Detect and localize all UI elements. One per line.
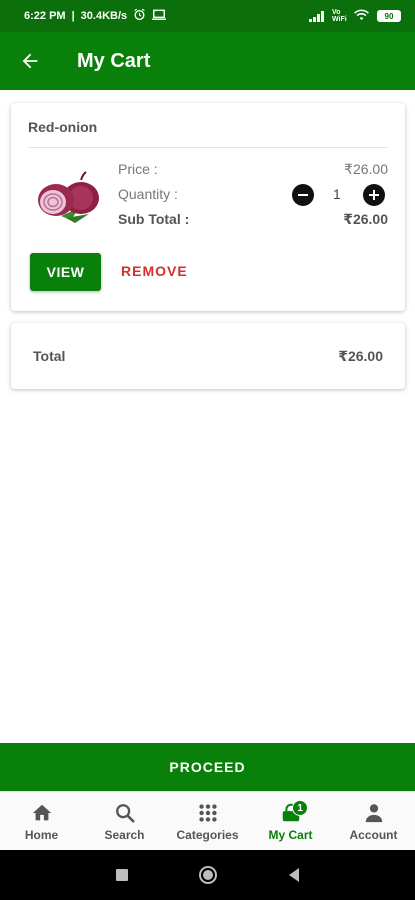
home-icon [30,801,54,825]
back-system-button[interactable] [251,850,337,900]
total-value: ₹26.00 [338,348,383,364]
status-speed: 30.4KB/s [80,10,128,22]
network-label: Vo WiFi [332,9,347,23]
bottom-nav: Home Search Categories 1 My Cart Account [0,791,415,850]
nav-label-home: Home [24,828,59,842]
page-title: My Cart [77,49,151,72]
subtotal-value: ₹26.00 [343,211,388,227]
status-left: 6:22 PM | 30.4KB/s [24,8,167,24]
nav-item-home[interactable]: Home [0,792,83,850]
back-arrow-icon [22,53,38,69]
increase-quantity-button[interactable] [363,184,385,206]
recents-button[interactable] [79,850,165,900]
triangle-back-icon [288,868,299,882]
nav-label-categories: Categories [176,828,239,842]
back-button[interactable] [0,32,60,90]
laptop-icon [152,9,167,24]
plus-icon [369,190,379,200]
wifi-icon [354,9,369,24]
nav-item-categories[interactable]: Categories [166,792,249,850]
battery-icon: 90 [377,10,401,22]
total-label: Total [33,348,66,364]
minus-icon [298,194,308,196]
quantity-value: 1 [333,186,341,202]
proceed-button[interactable]: PROCEED [0,743,415,791]
search-icon [113,801,137,825]
view-button[interactable]: VIEW [30,253,101,291]
divider [28,147,388,148]
system-nav-bar [0,850,415,900]
status-separator: | [71,10,75,22]
cart-count-badge: 1 [292,800,309,816]
home-system-button[interactable] [165,850,251,900]
circle-icon [198,866,217,884]
remove-button[interactable]: REMOVE [121,263,188,279]
quantity-label: Quantity : [118,186,178,202]
square-icon [115,869,128,881]
nav-item-search[interactable]: Search [83,792,166,850]
subtotal-label: Sub Total : [118,211,190,227]
total-card: Total ₹26.00 [11,323,405,389]
nav-item-account[interactable]: Account [332,792,415,850]
product-image [31,168,106,228]
price-label: Price : [118,161,158,177]
alarm-icon [133,8,146,24]
app-bar: My Cart [0,32,415,90]
status-right: Vo WiFi 90 [309,9,401,24]
signal-icon [309,10,324,22]
status-time: 6:22 PM [24,10,66,22]
nav-label-account: Account [349,828,398,842]
price-value: ₹26.00 [344,161,388,177]
grid-icon [196,801,220,825]
item-name: Red-onion [28,119,98,135]
nav-label-search: Search [104,828,145,842]
nav-item-my-cart[interactable]: 1 My Cart [249,792,332,850]
nav-label-my-cart: My Cart [268,828,313,842]
decrease-quantity-button[interactable] [292,184,314,206]
status-bar: 6:22 PM | 30.4KB/s Vo WiFi 90 [0,0,415,32]
cart-item-card: Red-onion Price : ₹26.00 Quantity : 1 Su… [11,103,405,311]
person-icon [362,801,386,825]
